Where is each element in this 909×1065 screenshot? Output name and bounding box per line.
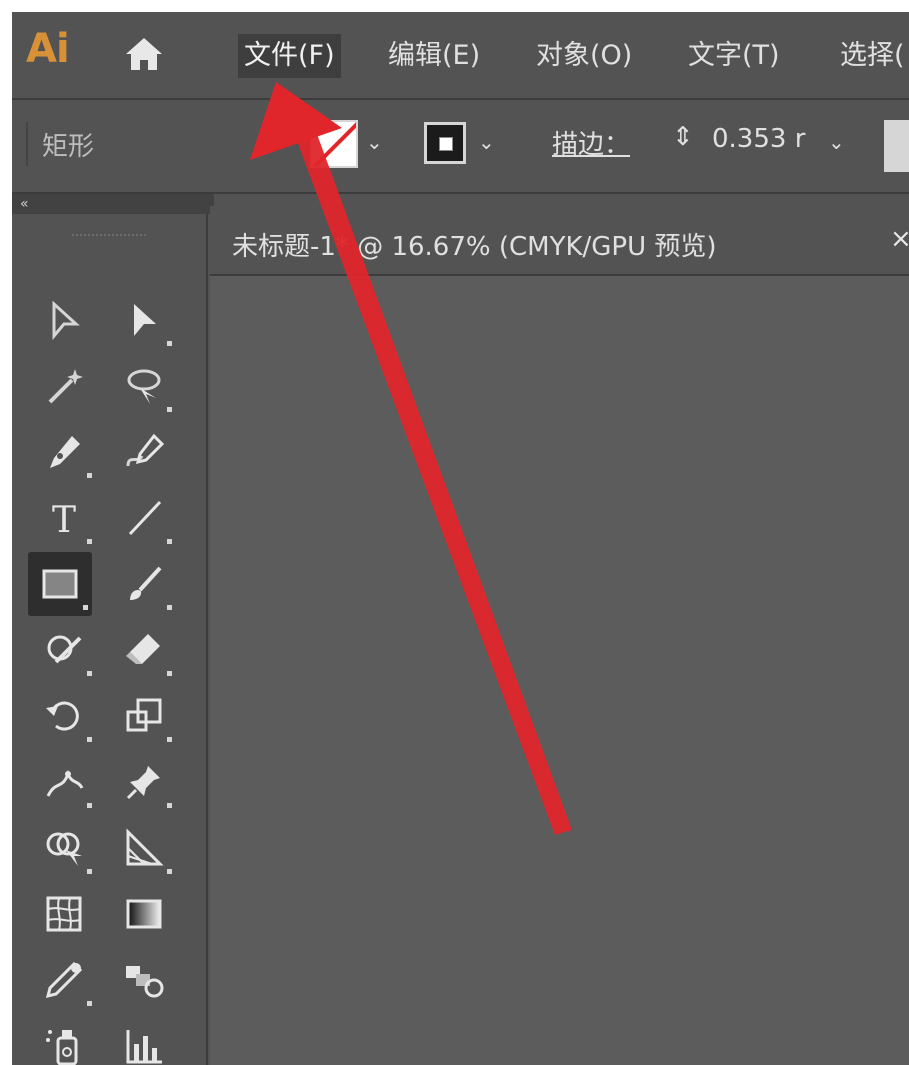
menu-type[interactable]: 文字(T)	[682, 34, 786, 78]
type-tool-icon[interactable]: T	[32, 486, 96, 550]
menu-select[interactable]: 选择(	[834, 34, 909, 78]
app-logo: Ai	[26, 26, 70, 72]
symbol-sprayer-tool-icon[interactable]	[32, 1014, 96, 1065]
current-tool-label: 矩形	[42, 132, 95, 162]
control-bar: 矩形 ⌄ ⌄ 描边： ⇕ 0.353 r ⌄	[12, 100, 909, 194]
control-bar-overflow-box[interactable]	[884, 120, 909, 172]
menu-object[interactable]: 对象(O)	[530, 34, 638, 78]
shaper-tool-icon[interactable]	[32, 618, 96, 682]
line-segment-tool-icon[interactable]	[112, 486, 176, 550]
control-bar-divider	[26, 122, 28, 166]
magic-wand-tool-icon[interactable]	[32, 354, 96, 418]
document-tab[interactable]: 未标题-1* @ 16.67% (CMYK/GPU 预览) ×	[210, 206, 909, 276]
lasso-tool-icon[interactable]	[112, 354, 176, 418]
menu-edit[interactable]: 编辑(E)	[382, 34, 486, 78]
pen-tool-icon[interactable]	[32, 420, 96, 484]
stroke-weight-dropdown-chevron-icon[interactable]: ⌄	[828, 130, 845, 154]
fill-swatch[interactable]	[310, 120, 358, 168]
tools-panel-collapse-icon[interactable]: «	[12, 194, 214, 214]
svg-text:T: T	[52, 500, 76, 540]
rotate-tool-icon[interactable]	[32, 684, 96, 748]
direct-selection-tool-icon[interactable]	[112, 288, 176, 352]
menu-file[interactable]: 文件(F)	[238, 34, 341, 78]
pin-tool-icon[interactable]	[112, 750, 176, 814]
blend-tool-icon[interactable]	[112, 948, 176, 1012]
perspective-grid-tool-icon[interactable]	[112, 816, 176, 880]
tools-panel-grip[interactable]	[72, 234, 146, 240]
gradient-tool-icon[interactable]	[112, 882, 176, 946]
stroke-weight-input[interactable]: 0.353 r	[712, 124, 805, 154]
mesh-tool-icon[interactable]	[32, 882, 96, 946]
paintbrush-tool-icon[interactable]	[112, 552, 176, 616]
eyedropper-tool-icon[interactable]	[32, 948, 96, 1012]
document-tab-title: 未标题-1* @ 16.67% (CMYK/GPU 预览)	[232, 232, 717, 262]
menu-bar: Ai 文件(F) 编辑(E) 对象(O) 文字(T) 选择(	[12, 12, 909, 100]
puppet-warp-tool-icon[interactable]	[32, 750, 96, 814]
stroke-swatch[interactable]	[424, 122, 466, 164]
shape-builder-tool-icon[interactable]	[32, 816, 96, 880]
rectangle-tool-icon[interactable]	[28, 552, 92, 616]
scale-tool-icon[interactable]	[112, 684, 176, 748]
illustrator-window: Ai 文件(F) 编辑(E) 对象(O) 文字(T) 选择( 矩形 ⌄ ⌄ 描边…	[12, 12, 909, 1065]
column-graph-tool-icon[interactable]	[112, 1014, 176, 1065]
eraser-tool-icon[interactable]	[112, 618, 176, 682]
home-icon[interactable]	[122, 32, 166, 76]
selection-tool-icon[interactable]	[32, 288, 96, 352]
tools-panel: « T	[12, 194, 214, 1065]
document-close-icon[interactable]: ×	[890, 224, 909, 254]
stroke-weight-stepper-icon[interactable]: ⇕	[672, 122, 694, 152]
stroke-weight-label[interactable]: 描边：	[552, 124, 630, 161]
fill-dropdown-chevron-icon[interactable]: ⌄	[366, 130, 383, 154]
stroke-dropdown-chevron-icon[interactable]: ⌄	[478, 130, 495, 154]
artboard-canvas[interactable]	[210, 276, 909, 1065]
curvature-tool-icon[interactable]	[112, 420, 176, 484]
